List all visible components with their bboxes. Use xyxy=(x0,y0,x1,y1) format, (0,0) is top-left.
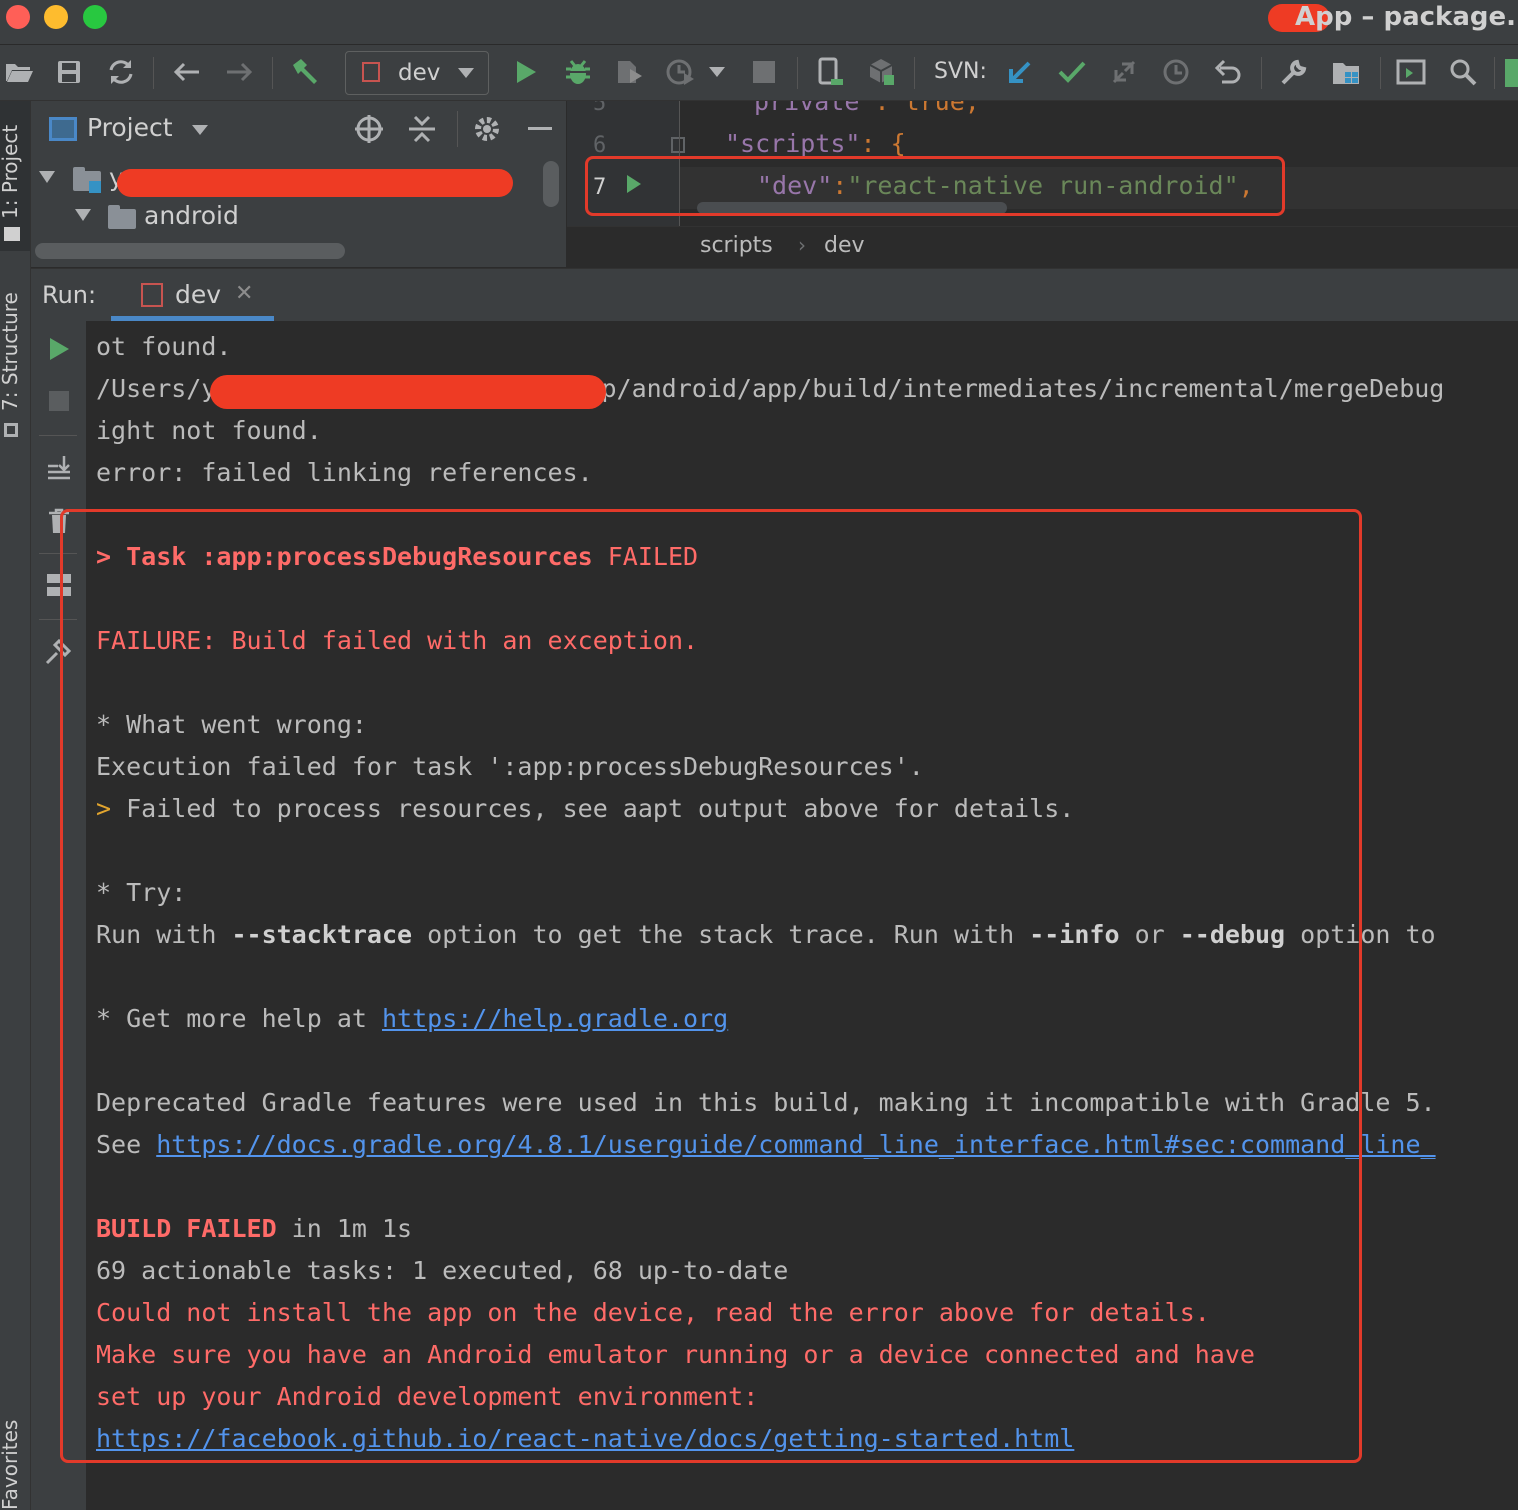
scroll-to-end-icon[interactable] xyxy=(31,447,86,487)
folder-icon xyxy=(108,205,136,229)
path-redaction xyxy=(210,375,606,409)
chevron-down-icon xyxy=(458,68,474,78)
vertical-scrollbar[interactable] xyxy=(543,161,559,207)
project-panel: Project y android xyxy=(31,101,567,267)
structure-tool-label: 7: Structure xyxy=(0,292,22,411)
sync-icon[interactable] xyxy=(104,55,138,89)
annotation-highlight-dev-script xyxy=(585,156,1285,216)
code-line-5: "private": true, xyxy=(739,101,980,116)
toolbar-overflow-icon[interactable] xyxy=(1505,59,1518,87)
window-title: App – package. xyxy=(1295,2,1516,32)
chevron-down-icon[interactable] xyxy=(704,55,730,89)
npm-config-icon xyxy=(362,62,380,82)
breadcrumb-item[interactable]: scripts xyxy=(700,233,773,258)
run-tab-dev[interactable]: dev ✕ xyxy=(111,269,274,321)
npm-config-icon xyxy=(141,283,163,307)
horizontal-scrollbar[interactable] xyxy=(35,243,345,259)
breadcrumb-item[interactable]: dev xyxy=(824,233,865,258)
main-toolbar: dev SVN: xyxy=(0,45,1518,101)
module-badge-icon xyxy=(89,181,101,193)
rerun-icon[interactable] xyxy=(31,329,86,369)
svn-history-icon[interactable] xyxy=(1159,55,1193,89)
project-tool-icon xyxy=(4,227,20,241)
forward-icon[interactable] xyxy=(222,55,256,89)
open-folder-icon[interactable] xyxy=(2,55,36,89)
debug-icon[interactable] xyxy=(561,55,595,89)
build-hammer-icon[interactable] xyxy=(287,55,321,89)
stop-icon[interactable] xyxy=(747,55,781,89)
project-structure-icon[interactable] xyxy=(1329,55,1363,89)
chevron-down-icon xyxy=(39,171,55,183)
run-icon[interactable] xyxy=(509,55,543,89)
svn-revert-icon[interactable] xyxy=(1211,55,1245,89)
project-panel-header: Project xyxy=(31,101,566,155)
close-icon[interactable]: ✕ xyxy=(235,281,253,306)
breadcrumb: scripts › dev xyxy=(567,226,1518,268)
run-panel-label: Run: xyxy=(42,281,97,309)
tree-item-android[interactable]: android xyxy=(31,201,541,237)
hide-panel-icon[interactable] xyxy=(528,127,552,130)
chevron-down-icon[interactable] xyxy=(192,125,208,135)
console-line: error: failed linking references. xyxy=(96,458,593,487)
gear-icon[interactable] xyxy=(471,113,503,145)
coverage-icon[interactable] xyxy=(612,55,646,89)
stop-icon[interactable] xyxy=(31,381,86,421)
save-icon[interactable] xyxy=(52,55,86,89)
back-icon[interactable] xyxy=(170,55,204,89)
project-view-icon xyxy=(49,117,77,141)
collapse-all-icon[interactable] xyxy=(407,113,437,145)
favorites-tool-tab[interactable]: Favorites xyxy=(0,1401,30,1510)
left-tool-stripe: 1: Project 7: Structure Favorites xyxy=(0,101,31,1510)
search-icon[interactable] xyxy=(1446,55,1480,89)
run-configuration-select[interactable]: dev xyxy=(345,51,489,95)
tree-item-label: android xyxy=(144,201,239,230)
structure-tool-icon xyxy=(4,423,18,437)
minimize-window-button[interactable] xyxy=(44,5,68,29)
project-view-title[interactable]: Project xyxy=(87,113,173,142)
project-tool-label: 1: Project xyxy=(0,124,22,219)
code-line-6: "scripts": { xyxy=(725,129,906,158)
run-configuration-label: dev xyxy=(398,60,441,86)
close-window-button[interactable] xyxy=(6,5,30,29)
annotation-highlight-build-error xyxy=(60,509,1362,1463)
structure-tool-tab[interactable]: 7: Structure xyxy=(0,276,30,446)
terminal-icon[interactable] xyxy=(1394,55,1428,89)
svn-label: SVN: xyxy=(934,59,987,84)
chevron-right-icon: › xyxy=(798,233,806,257)
svn-compare-icon[interactable] xyxy=(1107,55,1141,89)
zoom-window-button[interactable] xyxy=(83,5,107,29)
console-line: ot found. xyxy=(96,332,232,361)
line-number: 6 xyxy=(593,133,607,158)
favorites-tool-label: Favorites xyxy=(0,1419,22,1510)
avd-manager-icon[interactable] xyxy=(813,55,847,89)
svn-update-icon[interactable] xyxy=(1003,55,1037,89)
console-line: ight not found. xyxy=(96,416,322,445)
tree-item-root[interactable]: y xyxy=(31,163,541,199)
settings-wrench-icon[interactable] xyxy=(1277,55,1311,89)
locate-crosshair-icon[interactable] xyxy=(353,113,385,145)
line-number: 5 xyxy=(593,101,607,116)
profile-icon[interactable] xyxy=(664,55,698,89)
title-bar: App – package. xyxy=(0,0,1518,45)
run-panel-header: Run: dev ✕ xyxy=(31,268,1518,322)
sdk-manager-icon[interactable] xyxy=(864,55,898,89)
run-tab-label: dev xyxy=(175,280,222,309)
fold-marker-icon[interactable] xyxy=(671,137,685,153)
path-redaction xyxy=(117,169,513,197)
svn-commit-icon[interactable] xyxy=(1055,55,1089,89)
chevron-down-icon xyxy=(75,209,91,221)
